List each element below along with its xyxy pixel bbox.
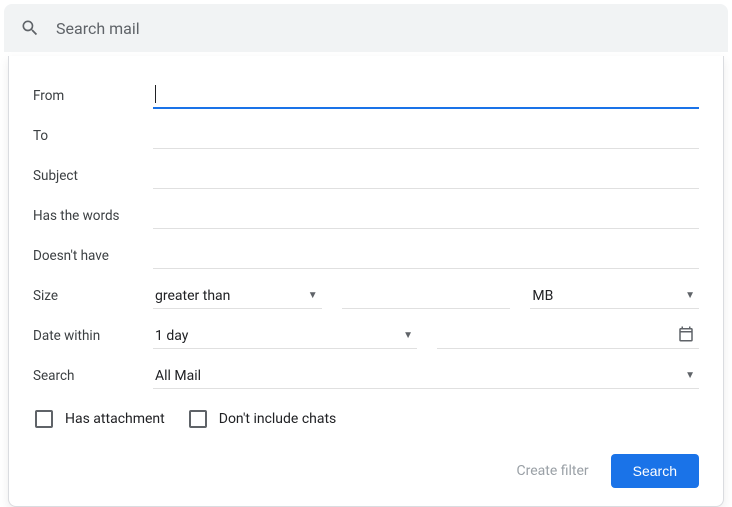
- dont-include-chats-checkbox[interactable]: Don't include chats: [189, 410, 337, 428]
- search-bar[interactable]: Search mail: [4, 4, 728, 52]
- search-button[interactable]: Search: [611, 454, 699, 488]
- from-row: From: [33, 76, 699, 116]
- has-words-label: Has the words: [33, 208, 153, 224]
- size-op-select[interactable]: greater than ▼: [153, 283, 322, 309]
- has-words-row: Has the words: [33, 196, 699, 236]
- date-picker[interactable]: [437, 323, 699, 349]
- calendar-icon: [677, 325, 695, 347]
- to-label: To: [33, 128, 153, 144]
- size-op-value: greater than: [155, 288, 230, 304]
- dont-include-chats-label: Don't include chats: [219, 411, 337, 427]
- search-placeholder: Search mail: [56, 19, 140, 38]
- chevron-down-icon: ▼: [685, 290, 695, 301]
- search-icon: [20, 18, 40, 38]
- size-row: Size greater than ▼ MB ▼: [33, 276, 699, 316]
- date-label: Date within: [33, 328, 153, 344]
- actions-row: Create filter Search: [33, 454, 699, 488]
- date-range-value: 1 day: [155, 328, 188, 344]
- size-unit-value: MB: [532, 288, 553, 304]
- has-words-input[interactable]: [153, 203, 699, 229]
- subject-row: Subject: [33, 156, 699, 196]
- size-unit-select[interactable]: MB ▼: [530, 283, 699, 309]
- chevron-down-icon: ▼: [685, 370, 695, 381]
- date-range-select[interactable]: 1 day ▼: [153, 323, 417, 349]
- search-scope-value: All Mail: [155, 368, 201, 384]
- checkbox-row: Has attachment Don't include chats: [33, 410, 699, 428]
- checkbox-box: [189, 410, 207, 428]
- search-scope-select[interactable]: All Mail ▼: [153, 363, 699, 389]
- doesnt-have-row: Doesn't have: [33, 236, 699, 276]
- to-row: To: [33, 116, 699, 156]
- chevron-down-icon: ▼: [403, 330, 413, 341]
- subject-input[interactable]: [153, 163, 699, 189]
- subject-label: Subject: [33, 168, 153, 184]
- size-value-input[interactable]: [342, 283, 511, 309]
- create-filter-button[interactable]: Create filter: [516, 463, 588, 479]
- size-label: Size: [33, 288, 153, 304]
- checkbox-box: [35, 410, 53, 428]
- has-attachment-checkbox[interactable]: Has attachment: [35, 410, 165, 428]
- doesnt-have-input[interactable]: [153, 243, 699, 269]
- doesnt-have-label: Doesn't have: [33, 248, 153, 264]
- from-label: From: [33, 88, 153, 104]
- chevron-down-icon: ▼: [308, 290, 318, 301]
- search-scope-label: Search: [33, 368, 153, 384]
- advanced-search-panel: From To Subject Has the words Doesn't ha…: [8, 56, 724, 507]
- date-row: Date within 1 day ▼: [33, 316, 699, 356]
- to-input[interactable]: [153, 123, 699, 149]
- search-scope-row: Search All Mail ▼: [33, 356, 699, 396]
- from-input[interactable]: [153, 83, 699, 109]
- has-attachment-label: Has attachment: [65, 411, 165, 427]
